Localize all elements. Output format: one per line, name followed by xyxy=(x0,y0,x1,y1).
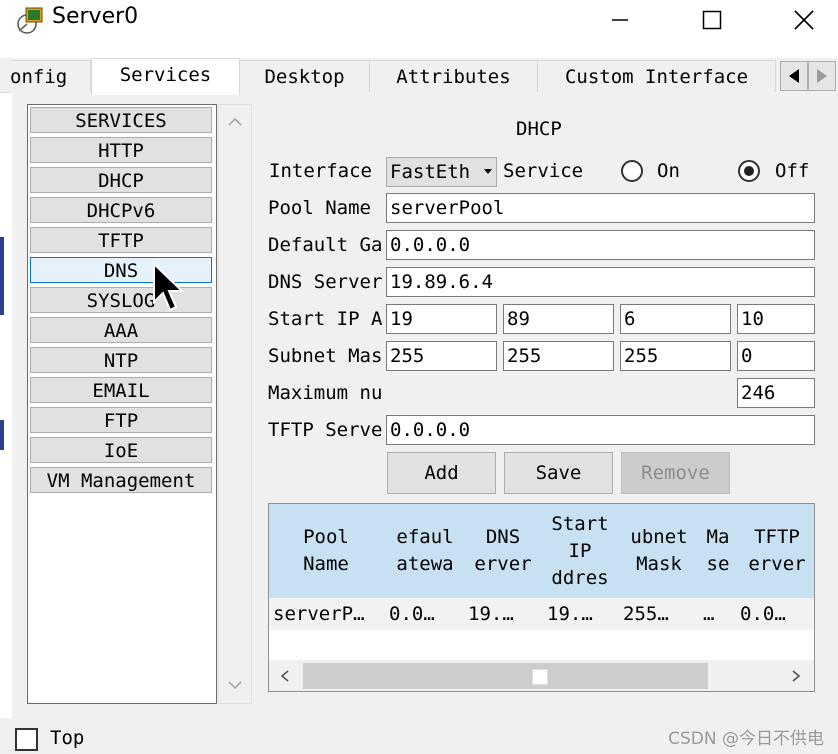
interface-select-value: FastEth xyxy=(390,161,471,183)
start-ip-octet-2[interactable]: 89 xyxy=(503,304,614,334)
start-ip-octet-3[interactable]: 6 xyxy=(620,304,731,334)
add-button[interactable]: Add xyxy=(387,452,496,494)
subnet-mask-octet-2[interactable]: 255 xyxy=(503,341,614,371)
triangle-left-icon xyxy=(789,69,799,83)
tab-services[interactable]: Services xyxy=(91,58,240,95)
server-app-icon xyxy=(17,7,43,34)
tab-scroll-left-button[interactable] xyxy=(780,61,808,91)
remove-button[interactable]: Remove xyxy=(621,452,730,494)
interface-label: Interface xyxy=(269,160,372,182)
default-gateway-input[interactable]: 0.0.0.0 xyxy=(386,230,815,260)
interface-select[interactable]: FastEth xyxy=(386,157,497,187)
tab-strip: onfig Services Desktop Attributes Custom… xyxy=(0,58,838,95)
top-checkbox-label: Top xyxy=(50,727,85,749)
chevron-down-icon[interactable] xyxy=(228,680,242,690)
column-header-dns-server[interactable]: DNS erver xyxy=(467,504,539,598)
watermark: CSDN @今日不供电 xyxy=(668,729,824,749)
bottom-bar: Top CSDN @今日不供电 xyxy=(0,718,838,754)
tab-custom-interface[interactable]: Custom Interface xyxy=(537,60,776,93)
services-list: SERVICES HTTP DHCP DHCPv6 TFTP DNS SYSLO… xyxy=(27,104,217,704)
save-button[interactable]: Save xyxy=(504,452,613,494)
table-cell: … xyxy=(703,603,715,625)
start-ip-octet-4[interactable]: 10 xyxy=(737,304,815,334)
column-header-pool-name[interactable]: Pool Name xyxy=(269,504,383,598)
triangle-right-icon xyxy=(817,69,827,83)
service-item-services[interactable]: SERVICES xyxy=(30,107,212,133)
service-off-label: Off xyxy=(775,160,810,182)
tftp-server-label: TFTP Serve xyxy=(268,419,382,441)
service-on-radio[interactable] xyxy=(621,160,643,182)
dropdown-arrow-icon xyxy=(484,169,492,174)
tftp-server-input[interactable]: 0.0.0.0 xyxy=(386,415,815,445)
service-item-dhcp[interactable]: DHCP xyxy=(30,167,212,193)
scrollbar-thumb[interactable] xyxy=(303,663,708,689)
table-cell: 19.… xyxy=(468,603,514,625)
dns-server-input[interactable]: 19.89.6.4 xyxy=(386,267,815,297)
tab-attributes[interactable]: Attributes xyxy=(369,60,538,93)
maximize-button[interactable] xyxy=(689,0,735,40)
pool-name-input[interactable]: serverPool xyxy=(386,193,815,223)
service-item-dhcpv6[interactable]: DHCPv6 xyxy=(30,197,212,223)
minimize-button[interactable] xyxy=(597,0,643,40)
background-window-edge xyxy=(0,420,4,450)
start-ip-octet-1[interactable]: 19 xyxy=(386,304,497,334)
table-horizontal-scrollbar[interactable] xyxy=(269,660,814,691)
service-item-ioe[interactable]: IoE xyxy=(30,437,212,463)
table-cell: 255… xyxy=(623,603,669,625)
close-button[interactable] xyxy=(781,0,827,40)
subnet-mask-octet-1[interactable]: 255 xyxy=(386,341,497,371)
max-users-input[interactable]: 246 xyxy=(737,378,815,408)
tab-scroll-right-button[interactable] xyxy=(808,61,836,91)
services-list-scrollbar[interactable] xyxy=(218,104,252,704)
max-users-label: Maximum nu xyxy=(268,382,382,404)
default-gateway-label: Default Ga xyxy=(268,234,382,256)
service-item-ntp[interactable]: NTP xyxy=(30,347,212,373)
minimize-icon xyxy=(612,19,628,21)
top-checkbox[interactable] xyxy=(15,728,38,751)
service-label: Service xyxy=(503,160,584,182)
tab-desktop[interactable]: Desktop xyxy=(239,60,370,93)
background-window-edge xyxy=(0,237,4,315)
close-icon xyxy=(794,10,814,30)
subnet-mask-label: Subnet Mas xyxy=(268,345,382,367)
service-item-email[interactable]: EMAIL xyxy=(30,377,212,403)
tab-config[interactable]: onfig xyxy=(10,60,91,93)
section-title: DHCP xyxy=(516,118,562,140)
start-ip-label: Start IP A xyxy=(268,308,382,330)
table-cell: 0.0… xyxy=(389,603,435,625)
mouse-pointer-icon xyxy=(153,262,185,312)
column-header-start-ip[interactable]: Start IP ddres xyxy=(539,504,621,598)
table-cell: 19.… xyxy=(547,603,593,625)
dns-server-label: DNS Server xyxy=(268,271,382,293)
subnet-mask-octet-4[interactable]: 0 xyxy=(737,341,815,371)
pool-name-label: Pool Name xyxy=(268,197,371,219)
service-item-aaa[interactable]: AAA xyxy=(30,317,212,343)
column-header-default-gateway[interactable]: efaul atewa xyxy=(383,504,467,598)
window-title: Server0 xyxy=(52,4,139,29)
column-header-tftp-server[interactable]: TFTP erver xyxy=(739,504,814,598)
maximize-icon xyxy=(702,10,722,30)
service-off-radio[interactable] xyxy=(738,160,760,182)
service-item-http[interactable]: HTTP xyxy=(30,137,212,163)
table-cell: 0.0… xyxy=(740,603,786,625)
service-item-tftp[interactable]: TFTP xyxy=(30,227,212,253)
service-item-ftp[interactable]: FTP xyxy=(30,407,212,433)
title-bar: Server0 xyxy=(0,0,838,40)
pool-table: Pool Name efaul atewa DNS erver Start IP ddre… xyxy=(268,503,815,692)
subnet-mask-octet-3[interactable]: 255 xyxy=(620,341,731,371)
chevron-right-icon[interactable] xyxy=(791,670,801,682)
column-header-max-users[interactable]: Ma se xyxy=(697,504,739,598)
column-header-subnet-mask[interactable]: ubnet Mask xyxy=(621,504,697,598)
radio-selected-dot xyxy=(744,166,754,176)
chevron-left-icon[interactable] xyxy=(280,670,290,682)
chevron-up-icon[interactable] xyxy=(228,117,242,127)
service-on-label: On xyxy=(657,160,680,182)
service-item-vm-management[interactable]: VM Management xyxy=(30,467,212,493)
table-cell: serverP… xyxy=(273,603,365,625)
scrollbar-grip xyxy=(532,669,548,685)
